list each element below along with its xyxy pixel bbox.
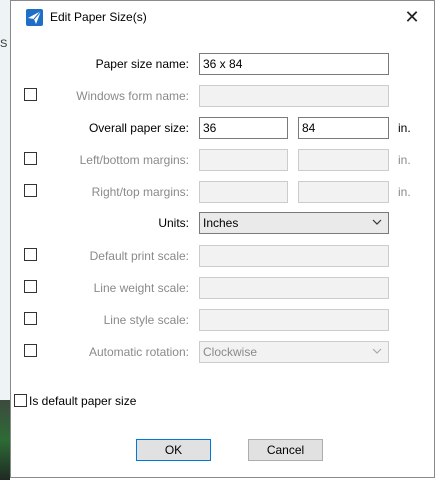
line-weight-scale-checkbox[interactable] <box>24 280 37 293</box>
left-margin-input[interactable] <box>199 149 288 171</box>
overall-paper-size-label: Overall paper size: <box>88 121 189 135</box>
edit-paper-size-dialog: Edit Paper Size(s) ✕ Paper size name: 36… <box>10 0 435 478</box>
cancel-button[interactable]: Cancel <box>248 439 323 461</box>
units-selected-value: Inches <box>203 216 239 230</box>
paper-size-name-label: Paper size name: <box>95 57 189 71</box>
chevron-down-icon <box>372 344 382 361</box>
line-style-scale-checkbox[interactable] <box>24 312 37 325</box>
title-bar: Edit Paper Size(s) ✕ <box>11 1 434 32</box>
windows-form-name-input[interactable] <box>199 85 389 107</box>
is-default-paper-size-checkbox[interactable] <box>14 394 27 407</box>
automatic-rotation-selected-value: Clockwise <box>203 345 258 359</box>
top-margin-input[interactable] <box>298 181 389 203</box>
windows-form-name-label: Windows form name: <box>76 89 189 103</box>
paper-height-input[interactable]: 84 <box>298 117 389 139</box>
left-bottom-margins-label: Left/bottom margins: <box>79 153 189 167</box>
overall-size-unit: in. <box>398 121 411 135</box>
line-weight-scale-label: Line weight scale: <box>93 281 189 295</box>
automatic-rotation-dropdown[interactable]: Clockwise <box>199 341 389 363</box>
paper-plane-icon <box>26 9 43 26</box>
units-dropdown[interactable]: Inches <box>199 212 389 234</box>
automatic-rotation-label: Automatic rotation: <box>88 345 189 359</box>
left-bottom-margins-checkbox[interactable] <box>24 152 37 165</box>
close-icon[interactable]: ✕ <box>400 5 424 29</box>
background-letter: S <box>0 38 8 50</box>
chevron-down-icon <box>372 215 382 232</box>
window-title: Edit Paper Size(s) <box>50 10 147 24</box>
line-weight-scale-input[interactable] <box>199 277 389 299</box>
left-bottom-margins-unit: in. <box>398 153 411 167</box>
is-default-paper-size-label: Is default paper size <box>29 394 137 408</box>
automatic-rotation-checkbox[interactable] <box>24 344 37 357</box>
line-style-scale-input[interactable] <box>199 309 389 331</box>
paper-size-name-input[interactable]: 36 x 84 <box>199 53 389 75</box>
bottom-margin-input[interactable] <box>298 149 389 171</box>
right-top-margins-label: Right/top margins: <box>91 185 189 199</box>
default-print-scale-checkbox[interactable] <box>24 248 37 261</box>
line-style-scale-label: Line style scale: <box>103 313 189 327</box>
default-print-scale-input[interactable] <box>199 245 389 267</box>
default-print-scale-label: Default print scale: <box>89 249 189 263</box>
right-margin-input[interactable] <box>199 181 288 203</box>
background-app-edge <box>0 0 10 480</box>
ok-button[interactable]: OK <box>136 439 211 461</box>
right-top-margins-unit: in. <box>398 185 411 199</box>
paper-width-input[interactable]: 36 <box>199 117 288 139</box>
units-label: Units: <box>158 216 189 230</box>
right-top-margins-checkbox[interactable] <box>24 184 37 197</box>
windows-form-name-checkbox[interactable] <box>24 88 37 101</box>
